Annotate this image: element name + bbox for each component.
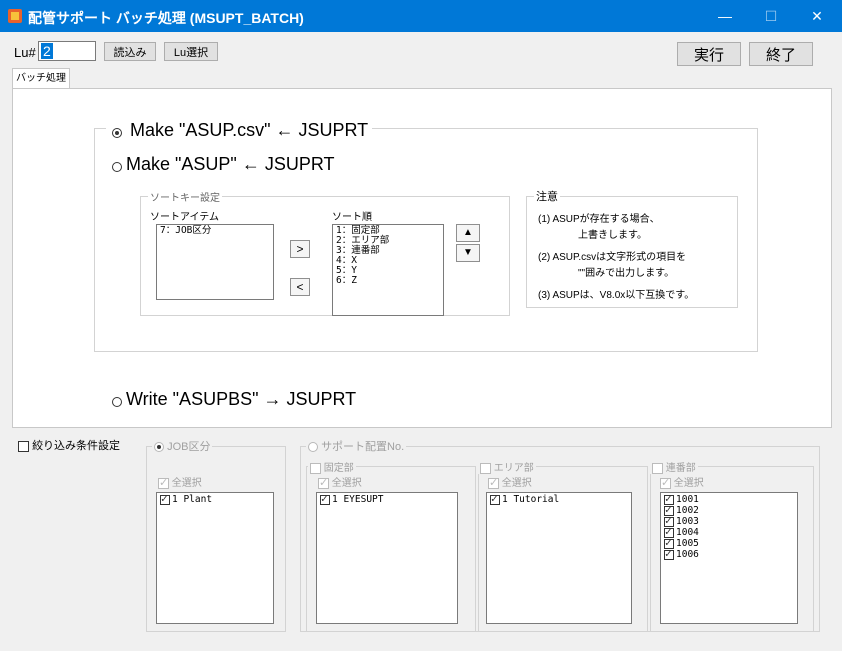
minimize-button[interactable]: — <box>702 0 748 32</box>
make-csv-option[interactable]: Make "ASUP.csv" ← JSUPRT <box>106 120 373 141</box>
move-up-button[interactable]: ▲ <box>456 224 480 242</box>
note-line-1: (1) ASUPが存在する場合、 <box>538 214 660 225</box>
job-list[interactable]: 1 Plant <box>156 492 274 624</box>
fixed-select-all[interactable]: 全選択 <box>318 474 362 489</box>
close-button[interactable]: ✕ <box>794 0 840 32</box>
move-down-button[interactable]: ▼ <box>456 244 480 262</box>
write-asupbs-option[interactable]: Write "ASUPBS" → JSUPRT <box>110 389 356 410</box>
fixed-option[interactable]: 固定部 <box>308 459 356 474</box>
item-checkbox[interactable] <box>160 493 170 505</box>
notes-title: 注意 <box>534 188 560 204</box>
serial-select-all-label: 全選択 <box>673 478 704 489</box>
area-label: エリア部 <box>493 463 534 474</box>
item-label: 1 Tutorial <box>502 494 560 505</box>
lu-select-button[interactable]: Lu選択 <box>164 42 218 61</box>
job-select-all-label: 全選択 <box>171 478 202 489</box>
load-button[interactable]: 読込み <box>104 42 156 61</box>
write-asupbs-label: Write "ASUPBS" → JSUPRT <box>126 389 357 409</box>
note-line-3: (2) ASUP.csvは文字形式の項目を <box>538 252 687 263</box>
list-item[interactable]: 1 Tutorial <box>490 493 628 505</box>
title-bar: 配管サポート バッチ処理 (MSUPT_BATCH) — ☐ ✕ <box>0 0 842 32</box>
sort-items-label: ソートアイテム <box>150 212 219 223</box>
lu-label: Lu# <box>14 45 36 60</box>
job-select-all-checkbox[interactable] <box>158 476 169 489</box>
serial-list[interactable]: 1001 1002 1003 1004 1005 1006 <box>660 492 798 624</box>
fixed-select-all-label: 全選択 <box>331 478 362 489</box>
list-item[interactable]: 1001 <box>664 493 794 505</box>
list-item[interactable]: 6：Z <box>336 276 440 286</box>
serial-select-all-checkbox[interactable] <box>660 476 671 489</box>
move-left-button[interactable]: < <box>290 278 310 296</box>
list-item[interactable]: 7：JOB区分 <box>160 226 270 236</box>
filter-enable-checkbox[interactable] <box>18 440 29 452</box>
list-item[interactable]: 1 EYESUPT <box>320 493 454 505</box>
item-label: 1002 <box>676 505 699 516</box>
fixed-label: 固定部 <box>323 463 354 474</box>
note-line-5: (3) ASUPは、V8.0x以下互換です。 <box>538 290 695 301</box>
serial-checkbox[interactable] <box>652 462 663 474</box>
list-item[interactable]: 1003 <box>664 515 794 527</box>
write-asupbs-radio[interactable] <box>112 397 122 407</box>
item-label: 1001 <box>676 494 699 505</box>
sort-key-title: ソートキー設定 <box>148 189 222 204</box>
area-list[interactable]: 1 Tutorial <box>486 492 632 624</box>
note-line-2: 上書きします。 <box>578 230 647 241</box>
job-select-all[interactable]: 全選択 <box>158 474 202 489</box>
item-label: 1 EYESUPT <box>332 494 384 505</box>
list-item[interactable]: 1002 <box>664 504 794 516</box>
area-option[interactable]: エリア部 <box>478 459 536 474</box>
job-option[interactable]: JOB区分 <box>152 438 213 454</box>
serial-option[interactable]: 連番部 <box>650 459 698 474</box>
list-item[interactable]: 1 Plant <box>160 493 270 505</box>
item-label: 1004 <box>676 527 699 538</box>
item-label: 1006 <box>676 549 699 560</box>
sort-order-label: ソート順 <box>332 212 372 223</box>
filter-enable-label: 絞り込み条件設定 <box>32 440 121 452</box>
job-radio[interactable] <box>154 442 164 453</box>
app-icon <box>8 9 22 23</box>
make-csv-radio[interactable] <box>112 128 122 138</box>
support-option[interactable]: サポート配置No. <box>306 438 407 454</box>
note-line-4: ""囲みで出力します。 <box>578 268 675 279</box>
support-radio[interactable] <box>308 442 318 453</box>
sort-order-list[interactable]: 1：固定部 2：エリア部 3：連番部 4：X 5：Y 6：Z <box>332 224 444 316</box>
item-checkbox[interactable] <box>664 548 674 560</box>
tab-batch[interactable]: バッチ処理 <box>12 68 70 89</box>
serial-select-all[interactable]: 全選択 <box>660 474 704 489</box>
sort-items-list[interactable]: 7：JOB区分 <box>156 224 274 300</box>
support-label: サポート配置No. <box>321 441 405 453</box>
run-button[interactable]: 実行 <box>677 42 741 66</box>
make-asup-label: Make "ASUP" ← JSUPRT <box>126 154 335 174</box>
item-label: 1003 <box>676 516 699 527</box>
job-label: JOB区分 <box>167 441 211 453</box>
fixed-list[interactable]: 1 EYESUPT <box>316 492 458 624</box>
filter-enable[interactable]: 絞り込み条件設定 <box>18 437 120 453</box>
fixed-select-all-checkbox[interactable] <box>318 476 329 489</box>
make-asup-radio[interactable] <box>112 162 122 172</box>
serial-label: 連番部 <box>665 463 696 474</box>
lu-value: 2 <box>41 43 53 59</box>
area-select-all-label: 全選択 <box>501 478 532 489</box>
move-right-button[interactable]: > <box>290 240 310 258</box>
make-asup-option[interactable]: Make "ASUP" ← JSUPRT <box>110 154 335 175</box>
exit-button[interactable]: 終了 <box>749 42 813 66</box>
item-label: 1005 <box>676 538 699 549</box>
list-item[interactable]: 1005 <box>664 537 794 549</box>
area-select-all-checkbox[interactable] <box>488 476 499 489</box>
list-item[interactable]: 1004 <box>664 526 794 538</box>
area-select-all[interactable]: 全選択 <box>488 474 532 489</box>
item-label: 1 Plant <box>172 494 213 505</box>
maximize-button[interactable]: ☐ <box>748 0 794 32</box>
item-checkbox[interactable] <box>490 493 500 505</box>
item-checkbox[interactable] <box>320 493 330 505</box>
make-csv-label: Make "ASUP.csv" ← JSUPRT <box>130 120 369 140</box>
fixed-checkbox[interactable] <box>310 462 321 474</box>
list-item[interactable]: 1006 <box>664 548 794 560</box>
window-title: 配管サポート バッチ処理 (MSUPT_BATCH) <box>28 10 304 26</box>
area-checkbox[interactable] <box>480 462 491 474</box>
lu-input[interactable]: 2 <box>38 41 96 61</box>
